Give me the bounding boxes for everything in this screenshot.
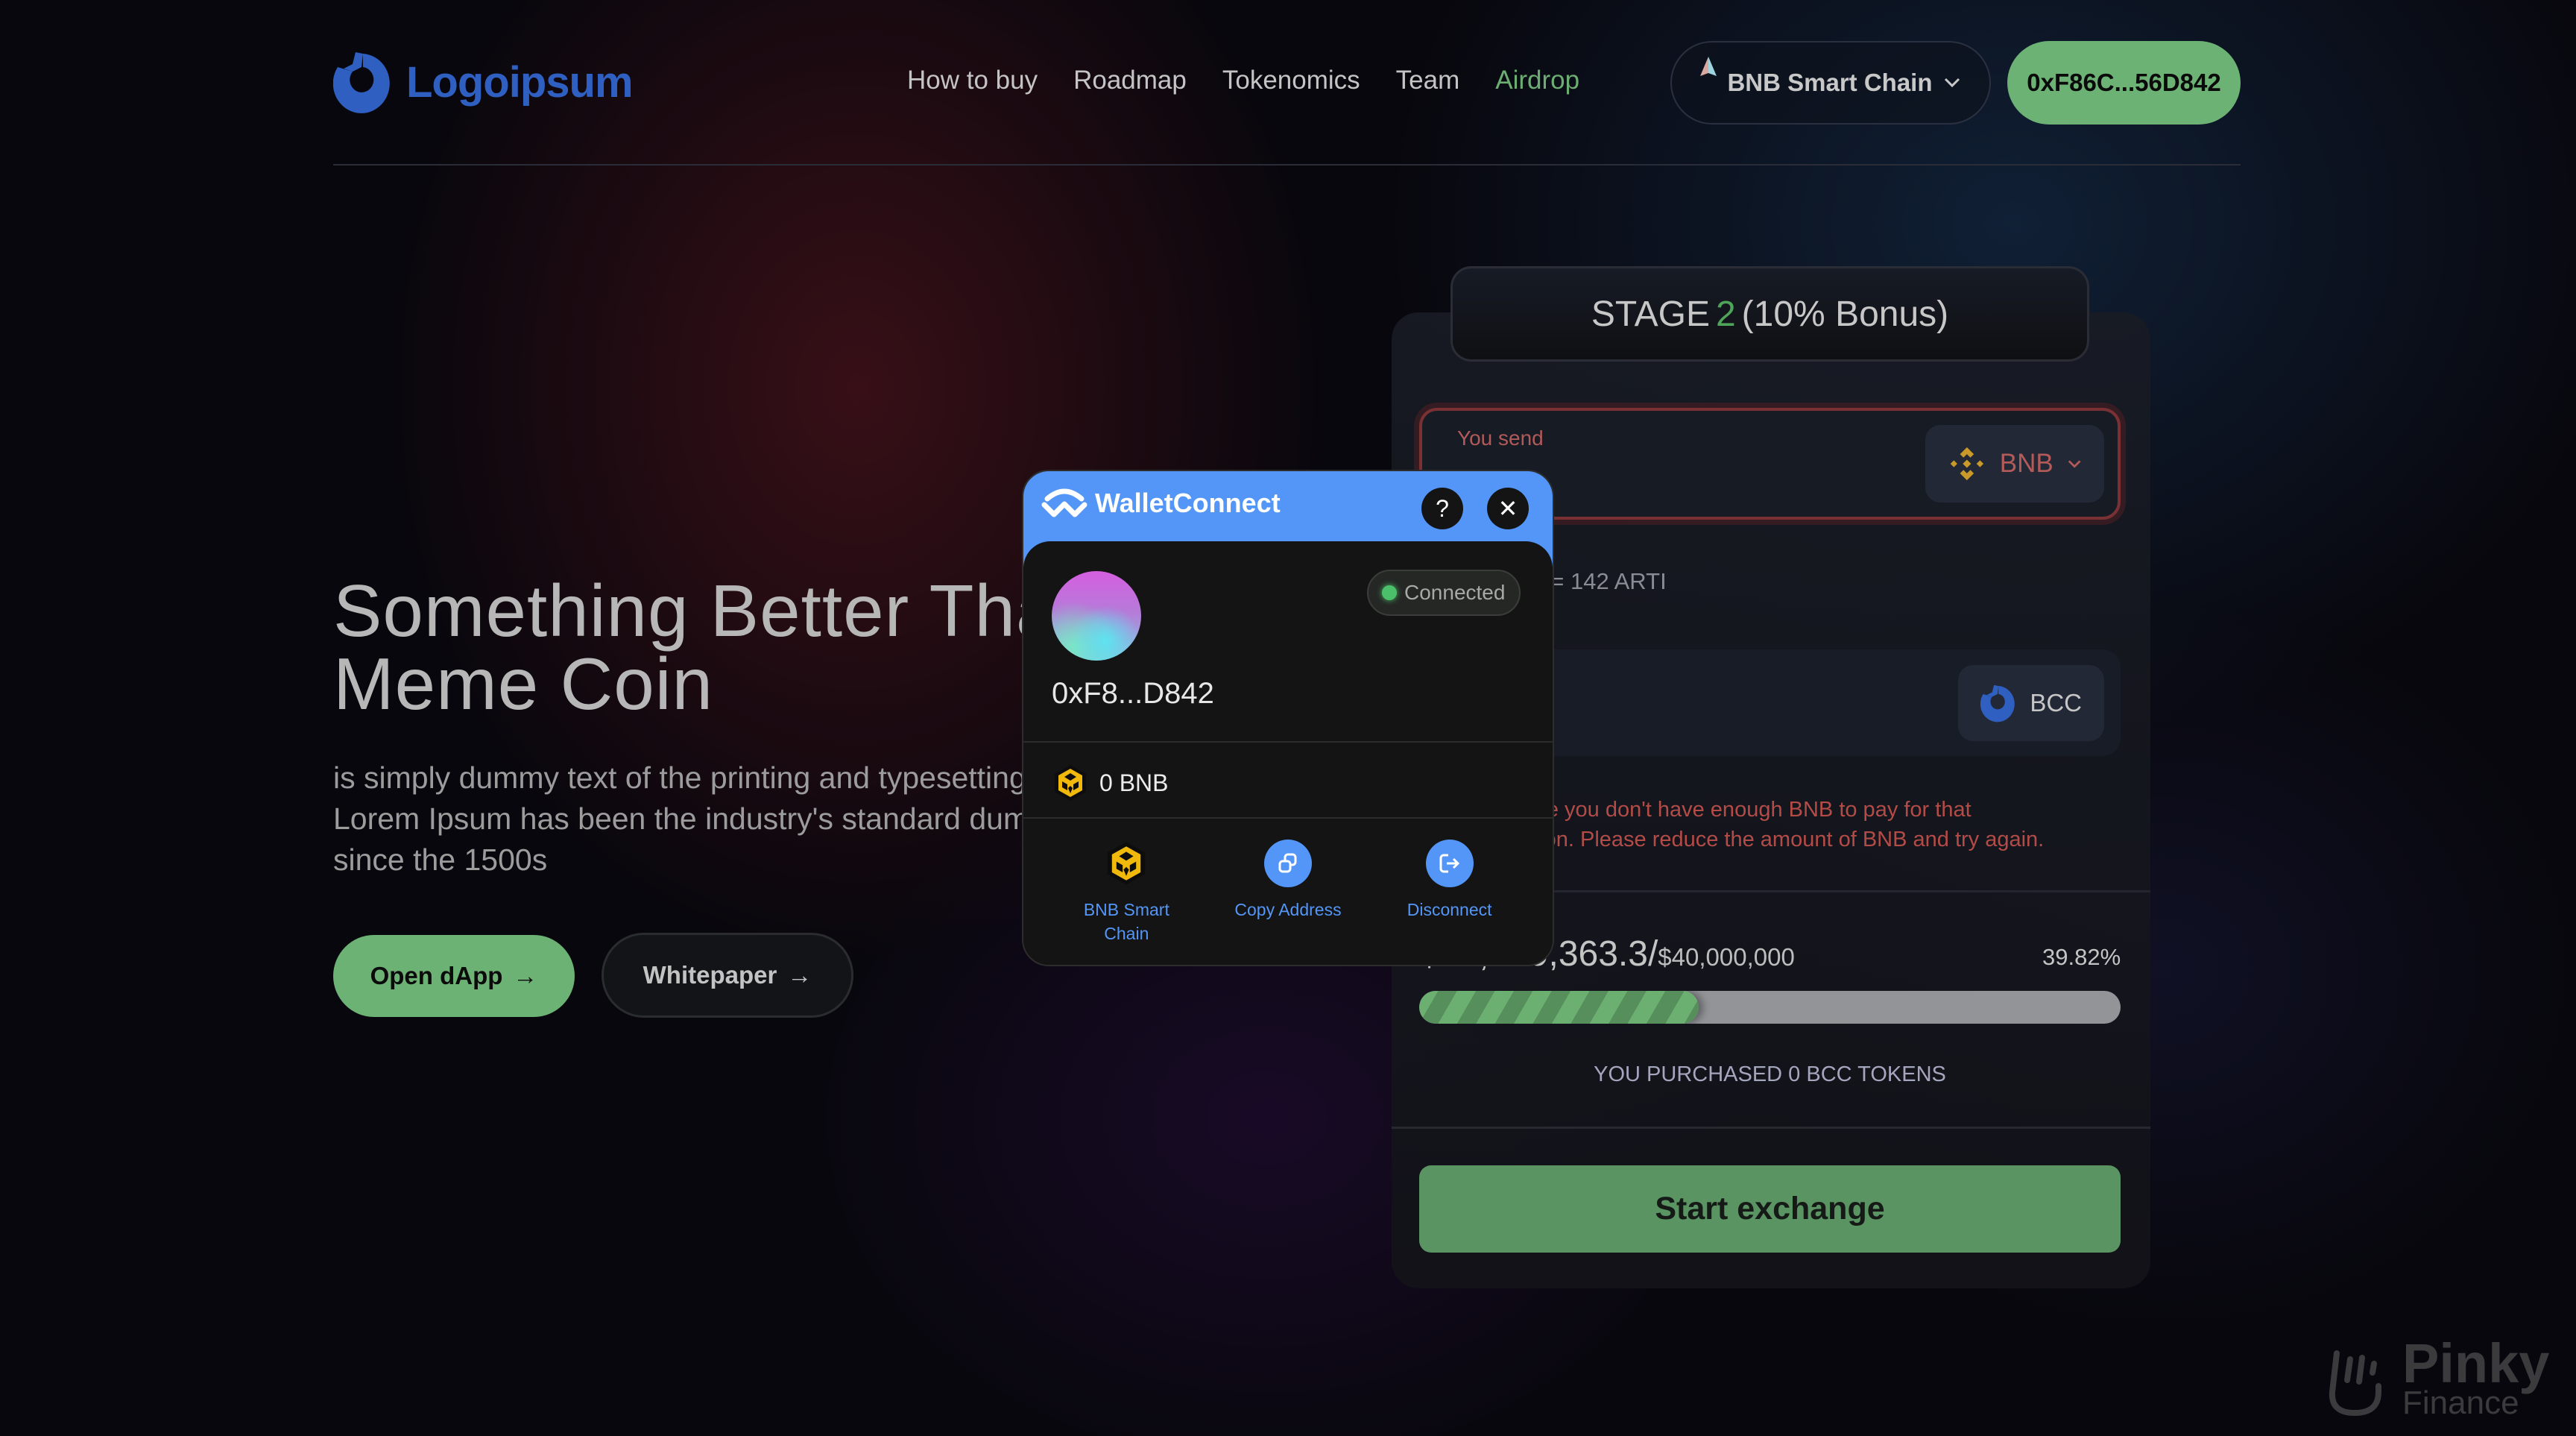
bnb-chain-icon [1108,842,1146,885]
arrow-right-icon: → [513,962,538,989]
presale-progress-bar [1419,991,2121,1024]
walletconnect-modal: WalletConnect ? ✕ Connected 0xF8...D842 … [1022,470,1554,966]
presale-progress-fill [1419,991,1699,1024]
stage-number: 2 [1715,294,1736,334]
balance-value: 0 BNB [1099,769,1169,796]
receive-token-badge: BCC [1958,665,2104,741]
stage-prefix: STAGE [1591,294,1710,334]
whitepaper-button[interactable]: Whitepaper → [602,933,853,1018]
modal-divider [1023,817,1553,819]
brand-logo[interactable]: Logoipsum [333,51,634,113]
copy-address-button[interactable]: Copy Address [1213,840,1363,945]
walletconnect-logo-icon [1041,488,1087,517]
disconnect-label: Disconnect [1407,900,1492,919]
help-icon: ? [1436,494,1449,522]
logoipsum-icon [333,52,390,113]
disconnect-button[interactable]: Disconnect [1375,840,1524,945]
start-exchange-button[interactable]: Start exchange [1419,1165,2121,1253]
copy-address-label: Copy Address [1234,900,1342,919]
chain-selector-label: BNB Smart Chain [1727,69,1933,96]
chevron-down-icon [1944,78,1960,88]
close-button[interactable]: ✕ [1487,488,1529,529]
arrow-right-icon: → [787,961,812,989]
chevron-down-icon [2068,460,2081,468]
copy-icon [1263,840,1312,887]
pinky-name: Pinky [2402,1332,2550,1394]
help-button[interactable]: ? [1421,488,1463,529]
receive-token-label: BCC [2030,689,2082,717]
chain-selector-button[interactable]: BNB Smart Chain [1670,41,1991,125]
modal-actions: BNB Smart Chain Copy Address Disconnect [1023,840,1553,945]
status-dot-icon [1382,585,1397,600]
walletconnect-account: Connected 0xF8...D842 0 BNB BNB Smart Ch… [1023,541,1553,965]
walletconnect-brand: WalletConnect [1041,488,1281,519]
send-token-selector[interactable]: BNB [1925,425,2104,503]
logo-text: Logoipsum [406,57,634,107]
bcc-token-icon [1980,684,2015,722]
hero-title-line2: Meme Coin [333,643,714,725]
nav-airdrop[interactable]: Airdrop [1495,66,1579,95]
header-divider [333,164,2241,166]
connection-status-label: Connected [1404,581,1506,604]
purchased-tokens: YOU PURCHASED 0 BCC TOKENS [1594,1062,1946,1086]
raise-goal: $40,000,000 [1658,943,1795,971]
connection-status-badge: Connected [1367,570,1521,616]
hero-title: Something Better Than Meme Coin [333,574,1099,720]
network-action-label-line1: BNB Smart [1083,900,1169,919]
send-label: You send [1457,426,1544,450]
pinky-finance-watermark: Pinky Finance [2325,1332,2550,1420]
account-balance: 0 BNB [1052,763,1168,802]
disconnect-icon [1425,840,1474,887]
close-icon: ✕ [1497,495,1518,522]
whitepaper-label: Whitepaper [643,961,777,989]
modal-divider [1023,741,1553,743]
pinky-wordmark: Pinky Finance [2402,1332,2550,1420]
network-action-button[interactable]: BNB Smart Chain [1052,840,1201,945]
account-avatar [1052,571,1141,661]
walletconnect-title: WalletConnect [1095,488,1281,518]
account-address: 0xF8...D842 [1052,677,1214,710]
chain-logo-icon [1700,57,1717,76]
nav-roadmap[interactable]: Roadmap [1073,66,1187,95]
progress-percent: 39.82% [2042,944,2121,970]
stage-banner: STAGE 2 (10% Bonus) [1450,266,2089,362]
pinky-hand-icon [2329,1350,2381,1417]
nav-how-to-buy[interactable]: How to buy [907,66,1038,95]
nav-tokenomics[interactable]: Tokenomics [1222,66,1360,95]
bnb-chain-icon [1055,765,1086,801]
open-dapp-label: Open dApp [370,962,503,989]
wallet-address-button[interactable]: 0xF86C...56D842 [2007,41,2241,125]
network-action-label: BNB Smart Chain [1084,898,1169,945]
network-action-label-line2: Chain [1104,924,1149,943]
hero-title-line1: Something Better Than [333,570,1099,652]
open-dapp-button[interactable]: Open dApp → [333,935,575,1017]
bnb-icon [1950,447,1984,481]
nav-team[interactable]: Team [1396,66,1460,95]
main-nav: How to buy Roadmap Tokenomics Team Airdr… [907,66,1579,95]
stage-bonus: (10% Bonus) [1741,294,1949,334]
send-token-label: BNB [1999,449,2053,478]
card-divider [1392,1127,2150,1129]
